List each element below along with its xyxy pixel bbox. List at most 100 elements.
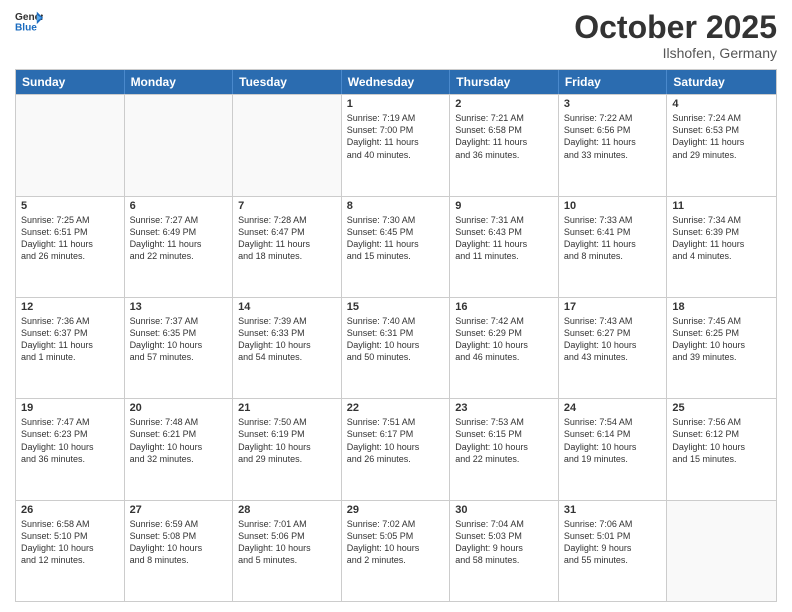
logo-icon: General Blue <box>15 10 43 32</box>
calendar-row: 5Sunrise: 7:25 AM Sunset: 6:51 PM Daylig… <box>16 196 776 297</box>
day-number: 24 <box>564 402 662 414</box>
cell-text: Sunrise: 7:19 AM Sunset: 7:00 PM Dayligh… <box>347 112 445 161</box>
cell-text: Sunrise: 7:45 AM Sunset: 6:25 PM Dayligh… <box>672 315 771 364</box>
calendar-row: 1Sunrise: 7:19 AM Sunset: 7:00 PM Daylig… <box>16 94 776 195</box>
calendar-cell: 26 Sunrise: 6:58 AM Sunset: 5:10 PM Dayli… <box>16 501 125 601</box>
calendar-cell: 4Sunrise: 7:24 AM Sunset: 6:53 PM Daylig… <box>667 95 776 195</box>
weekday-header: Thursday <box>450 70 559 94</box>
cell-text: Sunrise: 7:33 AM Sunset: 6:41 PM Dayligh… <box>564 214 662 263</box>
calendar-cell <box>16 95 125 195</box>
cell-text: Sunrise: 7:54 AM Sunset: 6:14 PM Dayligh… <box>564 416 662 465</box>
cell-text: Sunrise: 7:43 AM Sunset: 6:27 PM Dayligh… <box>564 315 662 364</box>
cell-text: Sunrise: 7:42 AM Sunset: 6:29 PM Dayligh… <box>455 315 553 364</box>
calendar-row: 19 Sunrise: 7:47 AM Sunset: 6:23 PM Dayli… <box>16 398 776 499</box>
calendar-cell: 30 Sunrise: 7:04 AM Sunset: 5:03 PM Dayli… <box>450 501 559 601</box>
calendar-cell: 27 Sunrise: 6:59 AM Sunset: 5:08 PM Dayli… <box>125 501 234 601</box>
calendar-cell: 25 Sunrise: 7:56 AM Sunset: 6:12 PM Dayli… <box>667 399 776 499</box>
day-number: 21 <box>238 402 336 414</box>
day-number: 20 <box>130 402 228 414</box>
header: General Blue October 2025 Ilshofen, Germ… <box>15 10 777 61</box>
day-number: 15 <box>347 301 445 313</box>
weekday-header: Sunday <box>16 70 125 94</box>
day-number: 5 <box>21 200 119 212</box>
day-number: 29 <box>347 504 445 516</box>
day-number: 22 <box>347 402 445 414</box>
day-number: 17 <box>564 301 662 313</box>
day-number: 14 <box>238 301 336 313</box>
calendar-cell: 20Sunrise: 7:48 AM Sunset: 6:21 PM Dayli… <box>125 399 234 499</box>
cell-text: Sunrise: 7:34 AM Sunset: 6:39 PM Dayligh… <box>672 214 771 263</box>
calendar-cell: 3 Sunrise: 7:22 AM Sunset: 6:56 PM Daylig… <box>559 95 668 195</box>
month-title: October 2025 <box>574 10 777 45</box>
cell-text: Sunrise: 7:22 AM Sunset: 6:56 PM Dayligh… <box>564 112 662 161</box>
calendar-cell: 2 Sunrise: 7:21 AM Sunset: 6:58 PM Daylig… <box>450 95 559 195</box>
calendar: SundayMondayTuesdayWednesdayThursdayFrid… <box>15 69 777 602</box>
calendar-cell: 14 Sunrise: 7:39 AM Sunset: 6:33 PM Dayli… <box>233 298 342 398</box>
title-area: October 2025 Ilshofen, Germany <box>574 10 777 61</box>
cell-text: Sunrise: 7:51 AM Sunset: 6:17 PM Dayligh… <box>347 416 445 465</box>
calendar-cell: 21 Sunrise: 7:50 AM Sunset: 6:19 PM Dayli… <box>233 399 342 499</box>
day-number: 13 <box>130 301 228 313</box>
calendar-cell: 5Sunrise: 7:25 AM Sunset: 6:51 PM Daylig… <box>16 197 125 297</box>
location: Ilshofen, Germany <box>574 45 777 61</box>
weekday-header: Monday <box>125 70 234 94</box>
day-number: 11 <box>672 200 771 212</box>
day-number: 16 <box>455 301 553 313</box>
cell-text: Sunrise: 7:53 AM Sunset: 6:15 PM Dayligh… <box>455 416 553 465</box>
day-number: 26 <box>21 504 119 516</box>
svg-text:Blue: Blue <box>15 22 37 32</box>
day-number: 28 <box>238 504 336 516</box>
calendar-row: 12 Sunrise: 7:36 AM Sunset: 6:37 PM Dayli… <box>16 297 776 398</box>
calendar-row: 26 Sunrise: 6:58 AM Sunset: 5:10 PM Dayli… <box>16 500 776 601</box>
cell-text: Sunrise: 7:56 AM Sunset: 6:12 PM Dayligh… <box>672 416 771 465</box>
cell-text: Sunrise: 7:31 AM Sunset: 6:43 PM Dayligh… <box>455 214 553 263</box>
cell-text: Sunrise: 7:47 AM Sunset: 6:23 PM Dayligh… <box>21 416 119 465</box>
weekday-header: Friday <box>559 70 668 94</box>
calendar-cell: 19 Sunrise: 7:47 AM Sunset: 6:23 PM Dayli… <box>16 399 125 499</box>
page: General Blue October 2025 Ilshofen, Germ… <box>0 0 792 612</box>
calendar-cell <box>233 95 342 195</box>
day-number: 6 <box>130 200 228 212</box>
cell-text: Sunrise: 7:28 AM Sunset: 6:47 PM Dayligh… <box>238 214 336 263</box>
cell-text: Sunrise: 7:36 AM Sunset: 6:37 PM Dayligh… <box>21 315 119 364</box>
calendar-cell: 24 Sunrise: 7:54 AM Sunset: 6:14 PM Dayli… <box>559 399 668 499</box>
day-number: 4 <box>672 98 771 110</box>
day-number: 2 <box>455 98 553 110</box>
day-number: 30 <box>455 504 553 516</box>
cell-text: Sunrise: 7:39 AM Sunset: 6:33 PM Dayligh… <box>238 315 336 364</box>
calendar-body: 1Sunrise: 7:19 AM Sunset: 7:00 PM Daylig… <box>16 94 776 601</box>
calendar-cell: 29 Sunrise: 7:02 AM Sunset: 5:05 PM Dayli… <box>342 501 451 601</box>
cell-text: Sunrise: 7:21 AM Sunset: 6:58 PM Dayligh… <box>455 112 553 161</box>
day-number: 3 <box>564 98 662 110</box>
calendar-cell: 17 Sunrise: 7:43 AM Sunset: 6:27 PM Dayli… <box>559 298 668 398</box>
day-number: 27 <box>130 504 228 516</box>
cell-text: Sunrise: 7:50 AM Sunset: 6:19 PM Dayligh… <box>238 416 336 465</box>
calendar-cell: 9Sunrise: 7:31 AM Sunset: 6:43 PM Daylig… <box>450 197 559 297</box>
calendar-cell: 23Sunrise: 7:53 AM Sunset: 6:15 PM Dayli… <box>450 399 559 499</box>
calendar-cell: 31 Sunrise: 7:06 AM Sunset: 5:01 PM Dayli… <box>559 501 668 601</box>
calendar-cell: 15Sunrise: 7:40 AM Sunset: 6:31 PM Dayli… <box>342 298 451 398</box>
calendar-cell: 1Sunrise: 7:19 AM Sunset: 7:00 PM Daylig… <box>342 95 451 195</box>
cell-text: Sunrise: 7:02 AM Sunset: 5:05 PM Dayligh… <box>347 518 445 567</box>
calendar-cell: 22 Sunrise: 7:51 AM Sunset: 6:17 PM Dayli… <box>342 399 451 499</box>
cell-text: Sunrise: 6:59 AM Sunset: 5:08 PM Dayligh… <box>130 518 228 567</box>
day-number: 25 <box>672 402 771 414</box>
day-number: 12 <box>21 301 119 313</box>
day-number: 7 <box>238 200 336 212</box>
calendar-cell: 7 Sunrise: 7:28 AM Sunset: 6:47 PM Daylig… <box>233 197 342 297</box>
day-number: 31 <box>564 504 662 516</box>
cell-text: Sunrise: 7:04 AM Sunset: 5:03 PM Dayligh… <box>455 518 553 567</box>
cell-text: Sunrise: 7:06 AM Sunset: 5:01 PM Dayligh… <box>564 518 662 567</box>
calendar-cell: 18Sunrise: 7:45 AM Sunset: 6:25 PM Dayli… <box>667 298 776 398</box>
day-number: 19 <box>21 402 119 414</box>
weekday-header: Tuesday <box>233 70 342 94</box>
calendar-cell: 6Sunrise: 7:27 AM Sunset: 6:49 PM Daylig… <box>125 197 234 297</box>
weekday-header: Saturday <box>667 70 776 94</box>
calendar-header: SundayMondayTuesdayWednesdayThursdayFrid… <box>16 70 776 94</box>
calendar-cell <box>667 501 776 601</box>
calendar-cell: 13Sunrise: 7:37 AM Sunset: 6:35 PM Dayli… <box>125 298 234 398</box>
day-number: 8 <box>347 200 445 212</box>
calendar-cell: 12 Sunrise: 7:36 AM Sunset: 6:37 PM Dayli… <box>16 298 125 398</box>
cell-text: Sunrise: 6:58 AM Sunset: 5:10 PM Dayligh… <box>21 518 119 567</box>
cell-text: Sunrise: 7:30 AM Sunset: 6:45 PM Dayligh… <box>347 214 445 263</box>
